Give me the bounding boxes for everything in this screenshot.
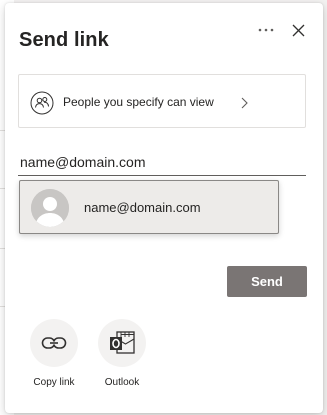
send-button[interactable]: Send <box>227 266 307 297</box>
outlook-label: Outlook <box>104 377 140 388</box>
outlook-option[interactable]: Outlook <box>92 319 152 391</box>
link-icon <box>41 337 67 349</box>
people-icon <box>30 91 54 115</box>
copy-link-label: Copy link <box>33 377 75 388</box>
close-button[interactable] <box>287 19 309 41</box>
dialog-title: Send link <box>19 29 109 51</box>
person-avatar-icon <box>31 189 69 227</box>
copy-link-option[interactable]: Copy link <box>24 319 84 391</box>
link-settings-label: People you specify can view <box>63 95 214 109</box>
recipient-suggestion[interactable]: name@domain.com <box>19 180 279 234</box>
close-icon <box>292 24 304 36</box>
outlook-icon <box>110 331 135 354</box>
copy-link-circle <box>30 319 78 367</box>
link-settings-button[interactable]: People you specify can view <box>18 74 306 128</box>
suggestion-email: name@domain.com <box>84 200 201 215</box>
recipient-email-input[interactable] <box>18 148 306 176</box>
send-link-dialog: Send link People you specify can view na… <box>5 3 323 413</box>
chevron-right-icon <box>241 97 248 109</box>
ellipsis-icon <box>258 28 274 32</box>
outlook-circle <box>98 319 146 367</box>
more-options-button[interactable] <box>255 19 277 41</box>
